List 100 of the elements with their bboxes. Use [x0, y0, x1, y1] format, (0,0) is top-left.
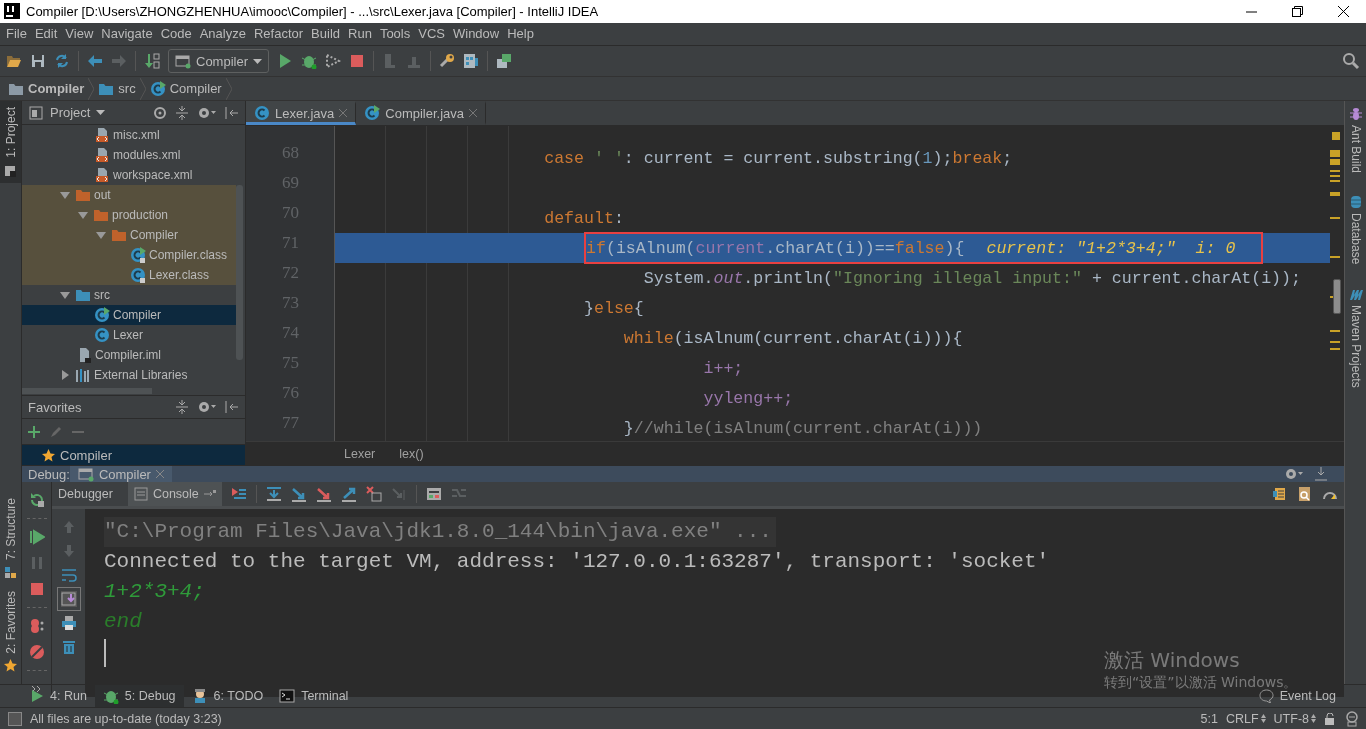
hide-panel-icon[interactable] — [225, 400, 239, 415]
add-icon[interactable] — [28, 425, 40, 438]
stop-icon[interactable] — [349, 53, 365, 70]
tree-item[interactable]: modules.xml — [22, 145, 236, 166]
debug-view-tab[interactable]: Debugger — [52, 482, 119, 507]
restore-icon[interactable] — [1291, 5, 1303, 17]
menu-item[interactable]: VCS — [414, 24, 449, 44]
expanded-arrow-icon[interactable] — [78, 210, 88, 221]
wrench-icon[interactable] — [439, 53, 455, 70]
trash-icon[interactable] — [60, 639, 77, 656]
tree-item[interactable]: Compiler.iml — [22, 345, 236, 366]
sync-icon[interactable] — [54, 53, 70, 70]
breadcrumb[interactable]: Compiler — [8, 80, 89, 97]
tool-window-tab[interactable]: Terminal — [271, 685, 357, 708]
debug-bug-icon[interactable] — [301, 53, 317, 70]
menu-item[interactable]: Edit — [30, 24, 62, 44]
print-icon[interactable] — [60, 615, 77, 632]
tree-item[interactable]: Compiler.class — [22, 245, 236, 266]
tool-window-tab[interactable]: 1: Project — [0, 101, 21, 183]
view-breakpoints-icon[interactable] — [28, 618, 45, 635]
run-icon[interactable] — [277, 53, 293, 70]
line-separator-selector[interactable]: CRLF — [1225, 711, 1266, 726]
sdk-icon[interactable] — [496, 53, 512, 70]
coverage-icon[interactable] — [325, 53, 341, 70]
menu-item[interactable]: View — [61, 24, 98, 44]
tree-item[interactable]: out — [22, 185, 236, 206]
search-icon[interactable] — [1342, 52, 1360, 71]
breadcrumb[interactable]: src — [98, 80, 140, 97]
tree-item[interactable]: Compiler — [22, 225, 236, 246]
gear-icon[interactable] — [197, 400, 217, 415]
menu-item[interactable]: Code — [156, 24, 196, 44]
tool-window-tab[interactable]: 6: TODO — [183, 685, 272, 708]
tool-window-tab[interactable]: Maven Projects — [1348, 286, 1363, 388]
mute-breakpoints-icon[interactable] — [28, 644, 45, 661]
step-out-icon[interactable] — [340, 486, 357, 503]
tool-window-tab[interactable]: 2: Favorites — [0, 584, 21, 679]
menu-item[interactable]: Window — [448, 24, 504, 44]
editor-tab[interactable]: Lexer.java — [246, 101, 357, 126]
tree-item[interactable]: workspace.xml — [22, 165, 236, 186]
tool-window-tab[interactable]: Ant Build — [1348, 107, 1363, 174]
menu-item[interactable]: Build — [307, 24, 344, 44]
restore-layout-icon[interactable] — [1272, 486, 1288, 503]
tool-windows-toggle-icon[interactable] — [8, 711, 22, 726]
breadcrumb[interactable]: Compiler — [149, 80, 226, 97]
drop-frame-icon[interactable] — [365, 486, 382, 503]
collapse-all-icon[interactable] — [175, 105, 189, 120]
tree-item[interactable]: production — [22, 205, 236, 226]
rerun-icon[interactable] — [28, 492, 45, 509]
tool-window-tab[interactable]: Database — [1348, 195, 1363, 265]
encoding-selector[interactable]: UTF-8 — [1273, 711, 1316, 726]
close-icon[interactable] — [1337, 5, 1349, 17]
tool-window-tab[interactable]: 4: Run — [22, 685, 95, 708]
menu-item[interactable]: Run — [344, 24, 376, 44]
editor-tab[interactable]: Compiler.java — [356, 101, 487, 126]
hide-panel-icon[interactable] — [225, 105, 239, 120]
menu-item[interactable]: Navigate — [97, 24, 157, 44]
lock-icon[interactable] — [1324, 712, 1336, 725]
menu-item[interactable]: Analyze — [195, 24, 250, 44]
step-into-icon[interactable] — [290, 486, 307, 503]
project-structure-icon[interactable] — [463, 53, 479, 70]
memory-view-icon[interactable] — [1297, 486, 1313, 503]
menu-item[interactable]: Tools — [375, 24, 415, 44]
view-selector[interactable]: Project — [28, 104, 106, 121]
breadcrumb[interactable]: Lexer — [344, 446, 376, 461]
tree-item[interactable]: misc.xml — [22, 125, 236, 146]
menu-item[interactable]: File — [2, 24, 31, 44]
tree-item[interactable]: External Libraries — [22, 365, 236, 386]
inspector-icon[interactable] — [1344, 710, 1360, 727]
event-log-button[interactable]: Event Log — [1258, 689, 1336, 704]
debug-session-tab[interactable]: Compiler — [69, 466, 172, 483]
caret-position[interactable]: 5:1 — [1200, 711, 1218, 726]
gear-icon[interactable] — [197, 105, 217, 120]
collapse-all-icon[interactable] — [175, 400, 189, 415]
resume-icon[interactable] — [28, 529, 45, 546]
expanded-arrow-icon[interactable] — [60, 290, 70, 301]
expanded-arrow-icon[interactable] — [96, 230, 106, 241]
tool-window-tab[interactable]: 5: Debug — [94, 685, 184, 708]
force-step-into-icon[interactable] — [315, 486, 332, 503]
scrollbar-thumb[interactable] — [1333, 279, 1341, 315]
favorite-item[interactable]: Compiler — [22, 445, 245, 466]
tree-item[interactable]: Lexer — [22, 325, 236, 346]
debug-view-tab[interactable]: Console — [127, 482, 222, 507]
make-project-icon[interactable] — [144, 53, 160, 70]
tree-item[interactable]: src — [22, 285, 236, 306]
tree-item[interactable]: Compiler — [22, 305, 236, 326]
collapsed-arrow-icon[interactable] — [60, 370, 70, 381]
hide-panel-icon[interactable] — [1314, 467, 1328, 482]
expanded-arrow-icon[interactable] — [60, 190, 70, 201]
soft-wrap-icon[interactable] — [60, 567, 77, 584]
gear-icon[interactable] — [1284, 467, 1304, 482]
evaluate-icon[interactable] — [425, 486, 442, 503]
open-folder-icon[interactable] — [6, 53, 22, 70]
tool-window-tab[interactable]: 7: Structure — [0, 491, 21, 585]
run-configuration-dropdown[interactable]: Compiler — [168, 49, 269, 74]
menu-item[interactable]: Help — [503, 24, 538, 44]
step-over-icon[interactable] — [265, 486, 282, 503]
menu-item[interactable]: Refactor — [249, 24, 308, 44]
locate-icon[interactable] — [153, 105, 167, 120]
breadcrumb[interactable]: lex() — [399, 446, 424, 461]
stop-icon[interactable] — [28, 581, 45, 598]
